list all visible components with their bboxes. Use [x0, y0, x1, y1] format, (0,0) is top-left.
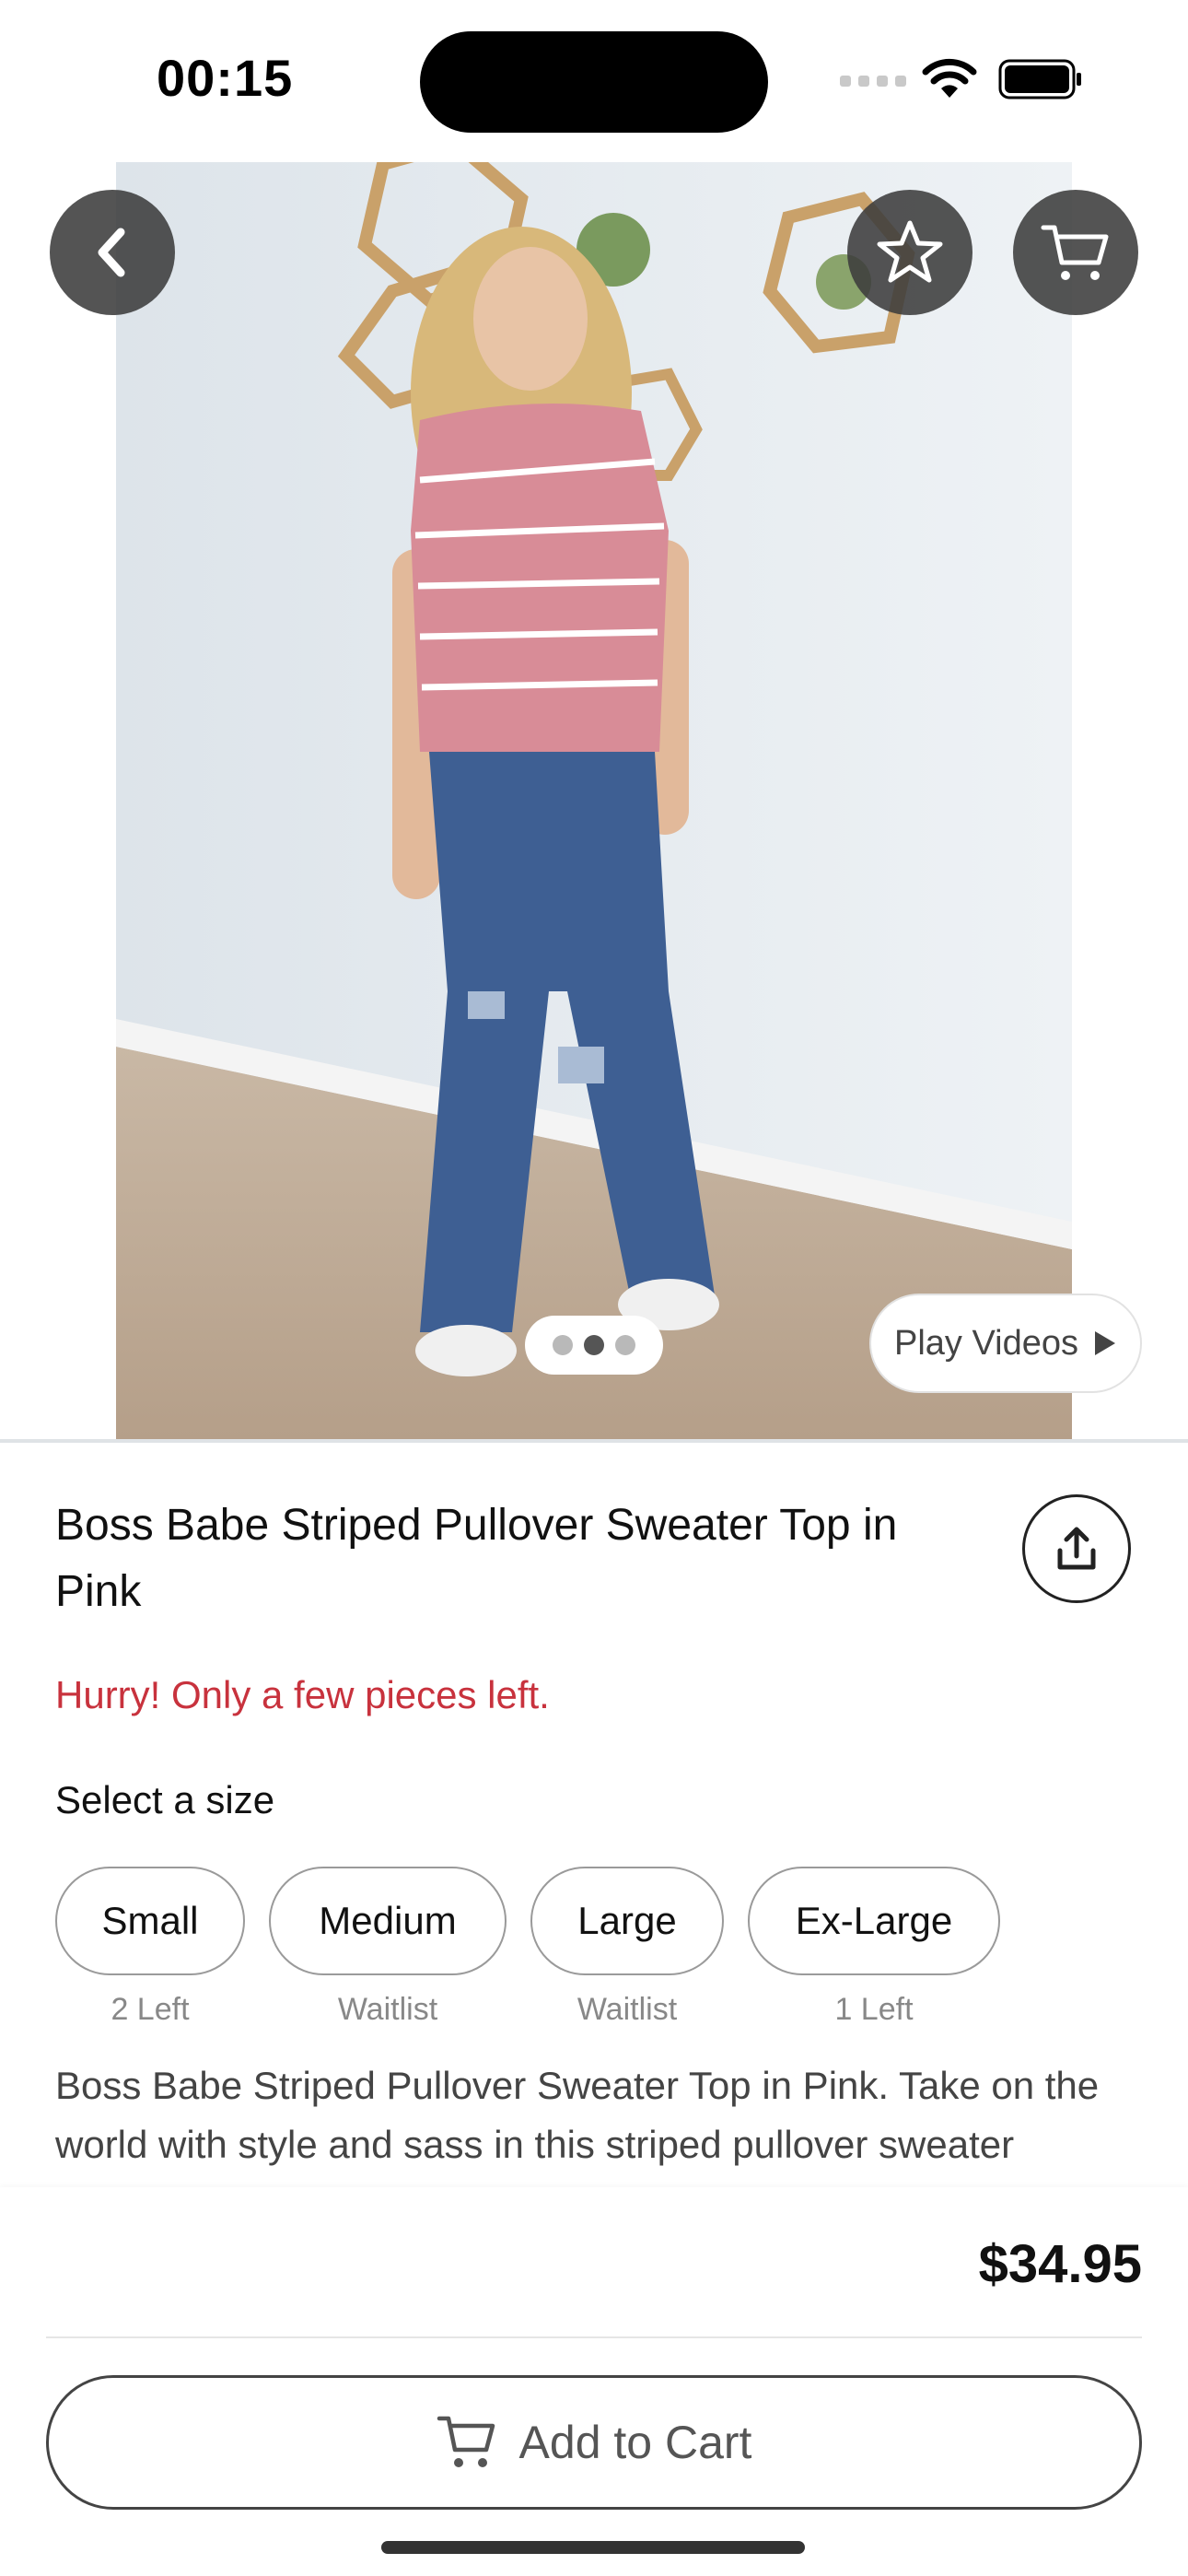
product-title: Boss Babe Striped Pullover Sweater Top i…: [55, 1501, 898, 1616]
stock-warning: Hurry! Only a few pieces left.: [55, 1673, 550, 1716]
battery-icon: [998, 59, 1081, 100]
image-divider: [0, 1439, 1188, 1443]
size-availability: 1 Left: [834, 1992, 914, 2027]
status-bar: 00:15: [0, 0, 1188, 157]
size-availability: 2 Left: [111, 1992, 190, 2027]
size-button-ex-large[interactable]: Ex-Large: [748, 1867, 1000, 1975]
cart-icon: [1041, 225, 1109, 280]
play-icon: [1094, 1331, 1115, 1355]
dynamic-island: [420, 31, 768, 133]
back-button[interactable]: [50, 190, 175, 315]
size-option-ex-large: Ex-Large 1 Left: [748, 1867, 1000, 2028]
size-button-medium[interactable]: Medium: [269, 1867, 507, 1975]
image-pager[interactable]: [525, 1316, 663, 1375]
pager-dot[interactable]: [615, 1335, 635, 1355]
size-availability: Waitlist: [337, 1992, 438, 2027]
pager-dot[interactable]: [553, 1335, 573, 1355]
cart-icon: [437, 2416, 495, 2467]
favorite-button[interactable]: [847, 190, 973, 315]
share-icon: [1057, 1527, 1096, 1570]
share-button[interactable]: [1022, 1494, 1131, 1603]
wifi-icon: [922, 58, 977, 98]
size-option-small: Small 2 Left: [55, 1867, 245, 2028]
home-indicator[interactable]: [381, 2541, 805, 2554]
play-videos-label: Play Videos: [894, 1323, 1078, 1363]
play-videos-button[interactable]: Play Videos: [869, 1294, 1142, 1393]
add-to-cart-button[interactable]: Add to Cart: [46, 2375, 1142, 2510]
cellular-signal-icon: [840, 76, 906, 87]
back-chevron-icon: [98, 228, 125, 277]
product-description: Boss Babe Striped Pullover Sweater Top i…: [55, 2064, 1100, 2166]
size-option-large: Large Waitlist: [530, 1867, 724, 2028]
product-image[interactable]: [116, 162, 1072, 1439]
size-option-medium: Medium Waitlist: [269, 1867, 507, 2028]
cart-button[interactable]: [1013, 190, 1138, 315]
size-section-label: Select a size: [55, 1778, 275, 1821]
product-price: $34.95: [978, 2234, 1142, 2294]
size-availability: Waitlist: [577, 1992, 678, 2027]
size-button-small[interactable]: Small: [55, 1867, 245, 1975]
add-to-cart-label: Add to Cart: [518, 2417, 752, 2468]
size-options: Small 2 Left Medium Waitlist Large Waitl…: [55, 1867, 1000, 2028]
star-icon: [877, 220, 943, 283]
size-button-large[interactable]: Large: [530, 1867, 724, 1975]
status-time: 00:15: [157, 49, 294, 107]
price-divider: [46, 2336, 1142, 2338]
pager-dot-active[interactable]: [584, 1335, 604, 1355]
